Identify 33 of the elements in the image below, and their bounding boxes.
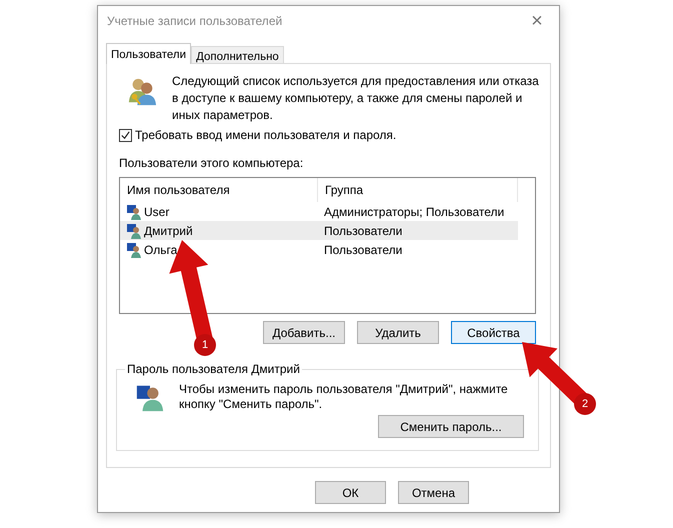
group-title: Пароль пользователя Дмитрий [126,362,301,376]
users-icon [127,76,157,106]
user-row[interactable]: User Администраторы; Пользователи [120,202,518,221]
checkbox-label[interactable]: Требовать ввод имени пользователя и пароля. [135,128,396,142]
user-name: Дмитрий [144,224,193,238]
user-name: Ольга [144,242,178,256]
description-text: Следующий список используется для предоставления или отказа в доступе к вашему компьютеру, а также для смены паролей и иных параметров. [172,73,540,124]
user-icon [126,222,142,238]
user-row[interactable]: Ольга Пользователи [120,240,518,259]
dialog-button[interactable]: Отмена [398,481,469,504]
arrow-drawing [522,342,588,406]
group-cell-text: Пользователи [323,224,404,238]
change-password-button[interactable]: Сменить пароль... [378,415,524,438]
user-row[interactable]: Дмитрий Пользователи [120,221,518,240]
step-number: 2 [574,393,596,415]
column-header[interactable]: Имя пользователя [120,178,318,202]
tab[interactable]: Пользователи [106,43,192,64]
close-button[interactable]: × [515,6,559,36]
tab[interactable]: Дополнительно [191,46,284,64]
column-header[interactable]: Группа [318,178,518,202]
window-title: Учетные записи пользователей [107,14,282,28]
user-name: User [144,204,170,218]
dialog-button[interactable]: ОК [315,481,386,504]
dialog-button[interactable]: Свойства [451,321,536,344]
group-cell-text: Администраторы; Пользователи [323,204,506,218]
checkbox[interactable] [119,128,132,142]
dialog-button[interactable]: Добавить... [263,321,345,344]
user-icon [126,242,142,258]
list-label: Пользователи этого компьютера: [119,156,304,170]
user-icon [126,204,142,220]
group-cell-text: Пользователи [323,242,404,256]
dialog-button[interactable]: Удалить [357,321,439,344]
password-hint: Чтобы изменить пароль пользователя "Дмитрий", нажмите кнопку "Сменить пароль". [179,382,509,412]
